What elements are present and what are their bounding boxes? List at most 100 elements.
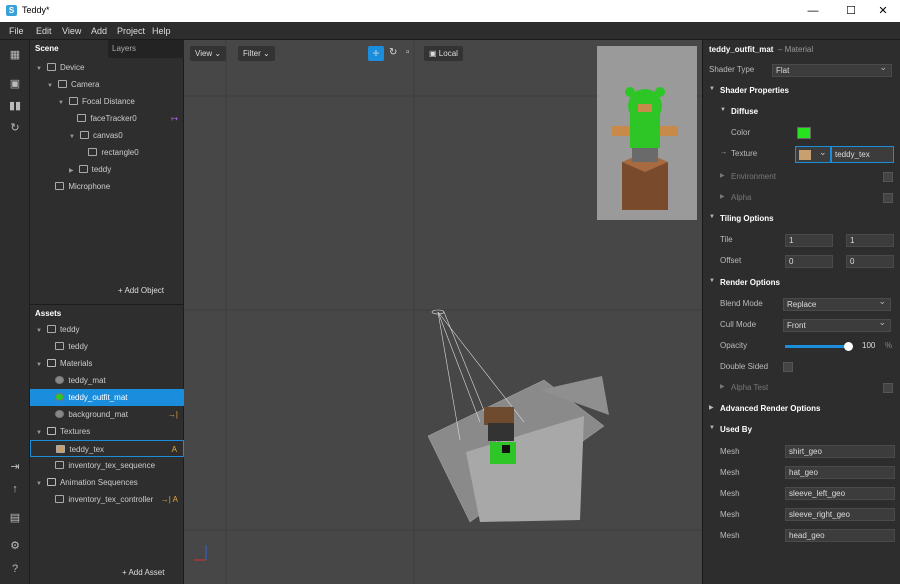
assets-item[interactable]: background_mat →| bbox=[30, 406, 184, 423]
offset-x-field[interactable]: 0 bbox=[785, 255, 833, 268]
alpha-arrow-icon[interactable]: ▶ bbox=[720, 193, 725, 200]
menu-help[interactable]: Help bbox=[152, 26, 171, 36]
sync-icon[interactable]: ↻ bbox=[8, 121, 22, 135]
export-icon[interactable]: ⇥ bbox=[8, 460, 22, 474]
opacity-slider-thumb[interactable] bbox=[844, 342, 853, 351]
expand-arrow-icon[interactable]: ▼ bbox=[47, 83, 53, 89]
close-icon[interactable]: ✕ bbox=[866, 0, 900, 22]
assets-item[interactable]: inventory_tex_sequence bbox=[30, 457, 184, 474]
tab-layers[interactable]: Layers bbox=[108, 40, 184, 58]
used-by-header[interactable]: Used By bbox=[720, 425, 752, 434]
environment-label[interactable]: Environment bbox=[731, 172, 776, 181]
menu-project[interactable]: Project bbox=[117, 26, 145, 36]
alpha-checkbox[interactable] bbox=[883, 193, 893, 203]
shader-type-select[interactable]: Flat bbox=[772, 62, 892, 77]
add-asset-button[interactable]: + Add Asset bbox=[122, 568, 164, 577]
scene-item[interactable]: faceTracker0 ↦ bbox=[30, 110, 184, 127]
scene-item[interactable]: ▼ Camera bbox=[30, 76, 184, 93]
alpha-test-checkbox[interactable] bbox=[883, 383, 893, 393]
assets-item[interactable]: ▼ Materials bbox=[30, 355, 184, 372]
expand-arrow-icon[interactable]: ▼ bbox=[36, 66, 42, 72]
file-icon bbox=[46, 325, 56, 333]
link-icon[interactable]: ↦ bbox=[171, 110, 178, 127]
alpha-label[interactable]: Alpha bbox=[731, 193, 751, 202]
view-dropdown[interactable]: View ⌄ bbox=[190, 46, 227, 61]
blend-mode-select[interactable]: Replace bbox=[783, 296, 891, 311]
environment-arrow-icon[interactable]: ▶ bbox=[720, 172, 725, 179]
used-by-arrow-icon[interactable]: ▼ bbox=[709, 425, 715, 431]
split-icon[interactable]: ▮▮ bbox=[8, 99, 22, 113]
local-toggle[interactable]: ▣ Local bbox=[424, 46, 463, 61]
scene-item[interactable]: ▶ teddy bbox=[30, 161, 184, 178]
opacity-field[interactable]: 100 bbox=[859, 340, 881, 353]
advanced-render-header[interactable]: Advanced Render Options bbox=[720, 404, 820, 413]
assets-item[interactable]: ▼ teddy bbox=[30, 321, 184, 338]
mesh-field[interactable]: sleeve_right_geo bbox=[785, 508, 895, 521]
texture-link-icon[interactable]: → bbox=[720, 149, 727, 156]
menu-file[interactable]: File bbox=[9, 26, 24, 36]
scale-tool-icon[interactable]: ▫ bbox=[406, 47, 410, 58]
diffuse-arrow-icon[interactable]: ▼ bbox=[720, 107, 726, 113]
assets-item[interactable]: teddy bbox=[30, 338, 184, 355]
alpha-test-label[interactable]: Alpha Test bbox=[731, 383, 768, 392]
tiling-arrow-icon[interactable]: ▼ bbox=[709, 214, 715, 220]
opacity-slider-track[interactable] bbox=[785, 342, 853, 351]
maximize-icon[interactable]: ☐ bbox=[834, 0, 868, 22]
expand-arrow-icon[interactable]: ▶ bbox=[69, 168, 74, 174]
alpha-test-arrow-icon[interactable]: ▶ bbox=[720, 383, 725, 390]
texture-field[interactable]: teddy_tex bbox=[831, 146, 894, 163]
advanced-arrow-icon[interactable]: ▶ bbox=[709, 404, 714, 411]
tiling-header[interactable]: Tiling Options bbox=[720, 214, 774, 223]
bug-icon[interactable]: ⚙ bbox=[8, 539, 22, 553]
menu-add[interactable]: Add bbox=[91, 26, 107, 36]
shader-properties-header[interactable]: Shader Properties bbox=[720, 86, 789, 95]
render-arrow-icon[interactable]: ▼ bbox=[709, 278, 715, 284]
minimize-icon[interactable]: — bbox=[796, 0, 830, 22]
tile-x-field[interactable]: 1 bbox=[785, 234, 833, 247]
scene-item[interactable]: ▼ canvas0 bbox=[30, 127, 184, 144]
tile-y-field[interactable]: 1 bbox=[846, 234, 894, 247]
assets-item[interactable]: teddy_tex A bbox=[30, 440, 184, 457]
offset-y-field[interactable]: 0 bbox=[846, 255, 894, 268]
scene-item[interactable]: ▼ Device bbox=[30, 59, 184, 76]
scene-item[interactable]: Microphone bbox=[30, 178, 184, 195]
folder-icon[interactable]: ▤ bbox=[8, 511, 22, 525]
filter-dropdown[interactable]: Filter ⌄ bbox=[238, 46, 275, 61]
texture-picker[interactable]: ⌄ bbox=[795, 146, 831, 163]
scene-item[interactable]: rectangle0 bbox=[30, 144, 184, 161]
help-icon[interactable]: ? bbox=[8, 562, 22, 576]
menu-view[interactable]: View bbox=[62, 26, 81, 36]
add-object-button[interactable]: + Add Object bbox=[118, 286, 164, 295]
assets-item[interactable]: ▼ Animation Sequences bbox=[30, 474, 184, 491]
viewport[interactable]: View ⌄ Filter ⌄ ✛ ↻ ▫ ▣ Local bbox=[184, 40, 702, 584]
expand-arrow-icon[interactable]: ▼ bbox=[36, 328, 42, 334]
render-options-header[interactable]: Render Options bbox=[720, 278, 780, 287]
shader-props-arrow-icon[interactable]: ▼ bbox=[709, 86, 715, 92]
layout-icon[interactable]: ▦ bbox=[8, 48, 22, 62]
scene-item[interactable]: ▼ Focal Distance bbox=[30, 93, 184, 110]
assets-item[interactable]: teddy_outfit_mat bbox=[30, 389, 184, 406]
expand-arrow-icon[interactable]: ▼ bbox=[36, 481, 42, 487]
expand-arrow-icon[interactable]: ▼ bbox=[36, 430, 42, 436]
menu-edit[interactable]: Edit bbox=[36, 26, 52, 36]
diffuse-header[interactable]: Diffuse bbox=[731, 107, 758, 116]
color-swatch[interactable] bbox=[797, 127, 811, 139]
cull-mode-select[interactable]: Front bbox=[783, 317, 891, 332]
upload-icon[interactable]: ↑ bbox=[8, 482, 22, 496]
assets-item[interactable]: ▼ Textures bbox=[30, 423, 184, 440]
expand-arrow-icon[interactable]: ▼ bbox=[58, 100, 64, 106]
mesh-field[interactable]: sleeve_left_geo bbox=[785, 487, 895, 500]
expand-arrow-icon[interactable]: ▼ bbox=[36, 362, 42, 368]
mesh-field[interactable]: hat_geo bbox=[785, 466, 895, 479]
mesh-field[interactable]: shirt_geo bbox=[785, 445, 895, 458]
assets-item[interactable]: inventory_tex_controller →| A bbox=[30, 491, 184, 508]
rotate-tool-icon[interactable]: ↻ bbox=[389, 47, 397, 58]
double-sided-checkbox[interactable] bbox=[783, 362, 793, 372]
environment-checkbox[interactable] bbox=[883, 172, 893, 182]
assets-item[interactable]: teddy_mat bbox=[30, 372, 184, 389]
expand-arrow-icon[interactable]: ▼ bbox=[69, 134, 75, 140]
mesh-field[interactable]: head_geo bbox=[785, 529, 895, 542]
camera-icon[interactable]: ▣ bbox=[8, 77, 22, 91]
tab-scene[interactable]: Scene bbox=[35, 40, 59, 58]
move-tool-icon[interactable]: ✛ bbox=[368, 46, 384, 61]
